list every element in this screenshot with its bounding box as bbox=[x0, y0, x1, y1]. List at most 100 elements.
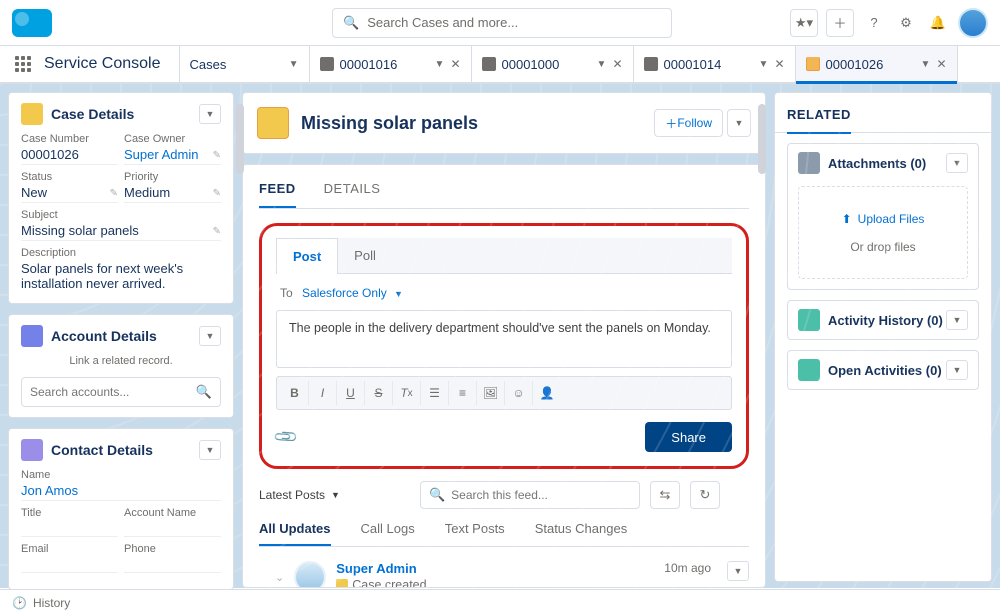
salesforce-logo bbox=[12, 9, 52, 37]
app-nav-bar: Service Console Cases ▼ 00001016 ▼ ✕ 000… bbox=[0, 46, 1000, 84]
bold-button[interactable]: B bbox=[281, 381, 309, 405]
feed-controls: Latest Posts ▼ 🔍 ⇆ ↻ bbox=[259, 481, 749, 509]
favorites-button[interactable]: ★▾ bbox=[790, 9, 818, 37]
tab-feed[interactable]: FEED bbox=[259, 181, 296, 208]
case-number-value: 00001026 bbox=[21, 147, 118, 165]
close-tab-icon[interactable]: ✕ bbox=[444, 57, 460, 71]
utility-bar: 🕑 History bbox=[0, 589, 1000, 615]
subtab-call-logs[interactable]: Call Logs bbox=[361, 521, 415, 546]
strikethrough-button[interactable]: S bbox=[365, 381, 393, 405]
workspace-tab-00001016[interactable]: 00001016 ▼ ✕ bbox=[310, 46, 472, 82]
subtab-text-posts[interactable]: Text Posts bbox=[445, 521, 505, 546]
card-menu-button[interactable]: ▼ bbox=[199, 326, 221, 346]
share-button[interactable]: Share bbox=[645, 422, 732, 452]
mid-scrollbar[interactable] bbox=[758, 104, 766, 174]
chevron-down-icon[interactable]: ▼ bbox=[281, 59, 299, 70]
account-search-input[interactable]: 🔍 bbox=[21, 377, 221, 407]
chevron-down-icon[interactable]: ▼ bbox=[427, 59, 445, 70]
clear-format-button[interactable]: Tx bbox=[393, 381, 421, 405]
edit-icon[interactable]: ✎ bbox=[213, 188, 221, 199]
composer-tab-post[interactable]: Post bbox=[276, 238, 338, 274]
record-title: Missing solar panels bbox=[301, 113, 478, 134]
expand-icon[interactable]: ⌄ bbox=[275, 571, 284, 584]
feed-filter-button[interactable]: ⇆ bbox=[650, 481, 680, 509]
global-search-placeholder: Search Cases and more... bbox=[367, 15, 518, 30]
feed-author-link[interactable]: Super Admin bbox=[336, 561, 654, 576]
app-launcher-button[interactable] bbox=[12, 46, 34, 82]
feed-author-avatar[interactable] bbox=[294, 561, 326, 588]
user-avatar[interactable] bbox=[958, 8, 988, 38]
edit-icon[interactable]: ✎ bbox=[213, 226, 221, 237]
nav-item-cases[interactable]: Cases ▼ bbox=[180, 46, 310, 82]
card-menu-button[interactable]: ▼ bbox=[946, 310, 968, 330]
upload-dropzone[interactable]: ⬆ Upload Files Or drop files bbox=[798, 186, 968, 279]
upload-label: Upload Files bbox=[858, 212, 925, 226]
open-activities-title: Open Activities (0) bbox=[828, 363, 942, 378]
card-title: Contact Details bbox=[51, 442, 153, 458]
card-menu-button[interactable]: ▼ bbox=[199, 440, 221, 460]
close-tab-icon[interactable]: ✕ bbox=[768, 57, 784, 71]
feed-search-input[interactable] bbox=[451, 488, 631, 502]
numbered-list-button[interactable]: ≡ bbox=[449, 381, 477, 405]
follow-button[interactable]: ＋ Follow bbox=[654, 109, 723, 137]
close-tab-icon[interactable]: ✕ bbox=[606, 57, 622, 71]
link-record-hint: Link a related record. bbox=[21, 355, 221, 367]
field-label: Subject bbox=[21, 209, 221, 221]
feed-refresh-button[interactable]: ↻ bbox=[690, 481, 720, 509]
tab-label: 00001016 bbox=[340, 57, 398, 72]
subtab-all-updates[interactable]: All Updates bbox=[259, 521, 331, 546]
card-menu-button[interactable]: ▼ bbox=[946, 360, 968, 380]
insert-emoji-button[interactable]: ☺ bbox=[505, 381, 533, 405]
workspace-tab-00001014[interactable]: 00001014 ▼ ✕ bbox=[634, 46, 796, 82]
composer-tab-poll[interactable]: Poll bbox=[338, 238, 392, 273]
italic-button[interactable]: I bbox=[309, 381, 337, 405]
help-icon[interactable]: ? bbox=[862, 11, 886, 35]
main-content: Missing solar panels ＋ Follow ▼ FEED DET… bbox=[242, 92, 766, 588]
case-owner-link[interactable]: Super Admin bbox=[124, 147, 221, 165]
priority-value: Medium bbox=[124, 185, 221, 203]
workspace-tab-00001026[interactable]: 00001026 ▼ ✕ bbox=[796, 46, 958, 82]
edit-owner-icon[interactable]: ✎ bbox=[213, 150, 221, 161]
workspace-tab-00001000[interactable]: 00001000 ▼ ✕ bbox=[472, 46, 634, 82]
contact-name-link[interactable]: Jon Amos bbox=[21, 483, 221, 501]
card-title: Case Details bbox=[51, 106, 134, 122]
chevron-down-icon[interactable]: ▼ bbox=[751, 59, 769, 70]
post-body-textarea[interactable]: The people in the delivery department sh… bbox=[276, 310, 732, 368]
composer-visibility[interactable]: To Salesforce Only ▼ bbox=[276, 286, 732, 300]
sort-latest-posts[interactable]: Latest Posts ▼ bbox=[259, 488, 340, 502]
attach-file-icon[interactable]: 📎 bbox=[272, 423, 300, 451]
field-label: Status bbox=[21, 171, 118, 183]
upload-files-button[interactable]: ⬆ Upload Files bbox=[842, 212, 925, 226]
field-label: Priority bbox=[124, 171, 221, 183]
close-tab-icon[interactable]: ✕ bbox=[930, 57, 946, 71]
setup-gear-icon[interactable]: ⚙ bbox=[894, 11, 918, 35]
tab-label: 00001014 bbox=[664, 57, 722, 72]
global-add-button[interactable]: ＋ bbox=[826, 9, 854, 37]
insert-image-button[interactable]: 🖼 bbox=[477, 381, 505, 405]
chevron-down-icon[interactable]: ▼ bbox=[913, 59, 931, 70]
global-search[interactable]: 🔍 Search Cases and more... bbox=[332, 8, 672, 38]
field-label: Title bbox=[21, 507, 118, 519]
global-header: 🔍 Search Cases and more... ★▾ ＋ ? ⚙ 🔔 bbox=[0, 0, 1000, 46]
subtab-status-changes[interactable]: Status Changes bbox=[535, 521, 628, 546]
card-title: Account Details bbox=[51, 328, 157, 344]
notifications-bell-icon[interactable]: 🔔 bbox=[926, 11, 950, 35]
feed-search[interactable]: 🔍 bbox=[420, 481, 640, 509]
card-menu-button[interactable]: ▼ bbox=[946, 153, 968, 173]
follow-menu-button[interactable]: ▼ bbox=[727, 109, 751, 137]
drop-files-text: Or drop files bbox=[809, 240, 957, 254]
history-button[interactable]: History bbox=[33, 596, 70, 610]
account-search-field[interactable] bbox=[30, 385, 196, 399]
tab-details[interactable]: DETAILS bbox=[324, 181, 381, 208]
case-icon bbox=[336, 579, 348, 588]
edit-icon[interactable]: ✎ bbox=[110, 188, 118, 199]
underline-button[interactable]: U bbox=[337, 381, 365, 405]
chevron-down-icon[interactable]: ▼ bbox=[589, 59, 607, 70]
mention-button[interactable]: 👤 bbox=[533, 381, 561, 405]
feed-item-menu[interactable]: ▼ bbox=[727, 561, 749, 581]
card-menu-button[interactable]: ▼ bbox=[199, 104, 221, 124]
account-details-card: Account Details ▼ Link a related record.… bbox=[8, 314, 234, 418]
left-scrollbar[interactable] bbox=[236, 104, 244, 174]
account-icon bbox=[21, 325, 43, 347]
bulleted-list-button[interactable]: ☰ bbox=[421, 381, 449, 405]
